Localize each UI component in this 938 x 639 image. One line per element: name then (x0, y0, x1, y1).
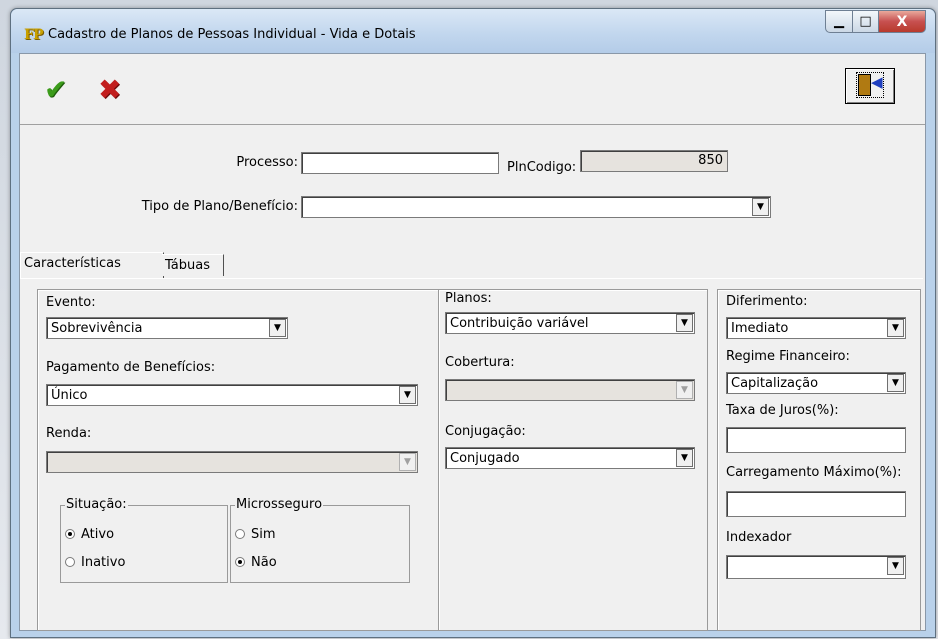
window-title: Cadastro de Planos de Pessoas Individual… (48, 27, 416, 42)
chevron-down-icon[interactable]: ▼ (676, 381, 693, 399)
radio-selected-icon (235, 557, 245, 567)
evento-dropdown[interactable]: Sobrevivência ▼ (46, 317, 288, 339)
title-bar[interactable]: FP Cadastro de Planos de Pessoas Individ… (11, 9, 935, 53)
cancel-x-icon[interactable]: ✖ (98, 76, 121, 104)
microsseguro-sim-label: Sim (251, 527, 276, 542)
exit-arrow-icon: ◀ (871, 73, 883, 91)
pagamento-label: Pagamento de Benefícios: (46, 360, 216, 375)
planos-label: Planos: (445, 291, 492, 306)
microsseguro-group: Microsseguro (230, 497, 410, 583)
chevron-down-icon[interactable]: ▼ (399, 386, 416, 404)
diferimento-value: Imediato (731, 321, 789, 336)
conjugacao-value: Conjugado (450, 451, 520, 466)
chevron-down-icon[interactable]: ▼ (399, 453, 416, 471)
tab-tabuas[interactable]: Tábuas (162, 254, 224, 276)
indexador-label: Indexador (726, 530, 792, 545)
chevron-down-icon[interactable]: ▼ (676, 449, 693, 467)
microsseguro-legend: Microsseguro (235, 497, 324, 512)
close-icon: X (896, 13, 908, 30)
regime-value: Capitalização (731, 376, 819, 391)
toolbar: ✔ ✖ ◀ (20, 54, 925, 125)
maximize-button[interactable]: □ (853, 10, 879, 33)
minimize-button[interactable]: ▁ (825, 10, 853, 33)
right-section (717, 289, 921, 631)
situacao-inativo-label: Inativo (81, 555, 126, 570)
pagamento-dropdown[interactable]: Único ▼ (46, 384, 418, 406)
evento-value: Sobrevivência (51, 321, 143, 336)
client-area: ✔ ✖ ◀ Processo: PlnCodigo: 850 Tipo de P… (19, 53, 926, 631)
chevron-down-icon[interactable]: ▼ (676, 314, 693, 332)
situacao-inativo-radio[interactable]: Inativo (65, 555, 125, 570)
caracteristicas-panel: Evento: Sobrevivência ▼ Pagamento de Ben… (20, 278, 923, 631)
renda-label: Renda: (46, 426, 92, 441)
microsseguro-sim-radio[interactable]: Sim (235, 527, 276, 542)
taxa-juros-input[interactable] (726, 427, 906, 453)
regime-label: Regime Financeiro: (726, 349, 850, 364)
radio-unselected-icon (65, 557, 75, 567)
situacao-ativo-label: Ativo (81, 527, 115, 542)
situacao-ativo-radio[interactable]: Ativo (65, 527, 114, 542)
processo-input[interactable] (301, 152, 499, 174)
conjugacao-label: Conjugação: (445, 424, 526, 439)
radio-unselected-icon (235, 529, 245, 539)
window-controls: ▁ □ X (825, 10, 926, 33)
microsseguro-nao-radio[interactable]: Não (235, 555, 277, 570)
radio-selected-icon (65, 529, 75, 539)
close-button[interactable]: X (879, 10, 926, 33)
tab-caracteristicas[interactable]: Características (20, 252, 164, 278)
diferimento-label: Diferimento: (726, 294, 808, 309)
main-window: FP Cadastro de Planos de Pessoas Individ… (10, 8, 936, 638)
chevron-down-icon[interactable]: ▼ (752, 198, 769, 216)
planos-value: Contribuição variável (450, 316, 589, 331)
plncodigo-label: PlnCodigo: (507, 160, 577, 175)
planos-dropdown[interactable]: Contribuição variável ▼ (445, 312, 695, 334)
carregamento-label: Carregamento Máximo(%): (726, 465, 902, 480)
confirm-checkmark-icon[interactable]: ✔ (44, 76, 67, 104)
renda-dropdown[interactable]: ▼ (46, 451, 418, 473)
situacao-legend: Situação: (65, 497, 128, 512)
chevron-down-icon[interactable]: ▼ (887, 374, 904, 392)
conjugacao-dropdown[interactable]: Conjugado ▼ (445, 447, 695, 469)
taxa-juros-label: Taxa de Juros(%): (726, 403, 839, 418)
minimize-icon: ▁ (834, 14, 844, 29)
maximize-icon: □ (859, 14, 872, 29)
tipo-plano-dropdown[interactable]: ▼ (301, 196, 771, 218)
exit-button[interactable]: ◀ (845, 68, 895, 104)
exit-door-icon (858, 74, 871, 96)
situacao-group: Situação: (60, 497, 228, 583)
evento-label: Evento: (46, 295, 96, 310)
tipo-plano-label: Tipo de Plano/Benefício: (141, 199, 298, 214)
carregamento-input[interactable] (726, 491, 906, 517)
pagamento-value: Único (51, 388, 88, 403)
regime-dropdown[interactable]: Capitalização ▼ (726, 372, 906, 394)
cobertura-dropdown[interactable]: ▼ (445, 379, 695, 401)
chevron-down-icon[interactable]: ▼ (887, 319, 904, 337)
app-icon: FP (24, 27, 43, 43)
indexador-dropdown[interactable]: ▼ (726, 555, 906, 579)
cobertura-label: Cobertura: (445, 355, 515, 370)
chevron-down-icon[interactable]: ▼ (887, 557, 904, 575)
chevron-down-icon[interactable]: ▼ (269, 319, 286, 337)
diferimento-dropdown[interactable]: Imediato ▼ (726, 317, 906, 339)
plncodigo-field: 850 (580, 150, 728, 172)
microsseguro-nao-label: Não (251, 555, 277, 570)
processo-label: Processo: (236, 155, 298, 170)
